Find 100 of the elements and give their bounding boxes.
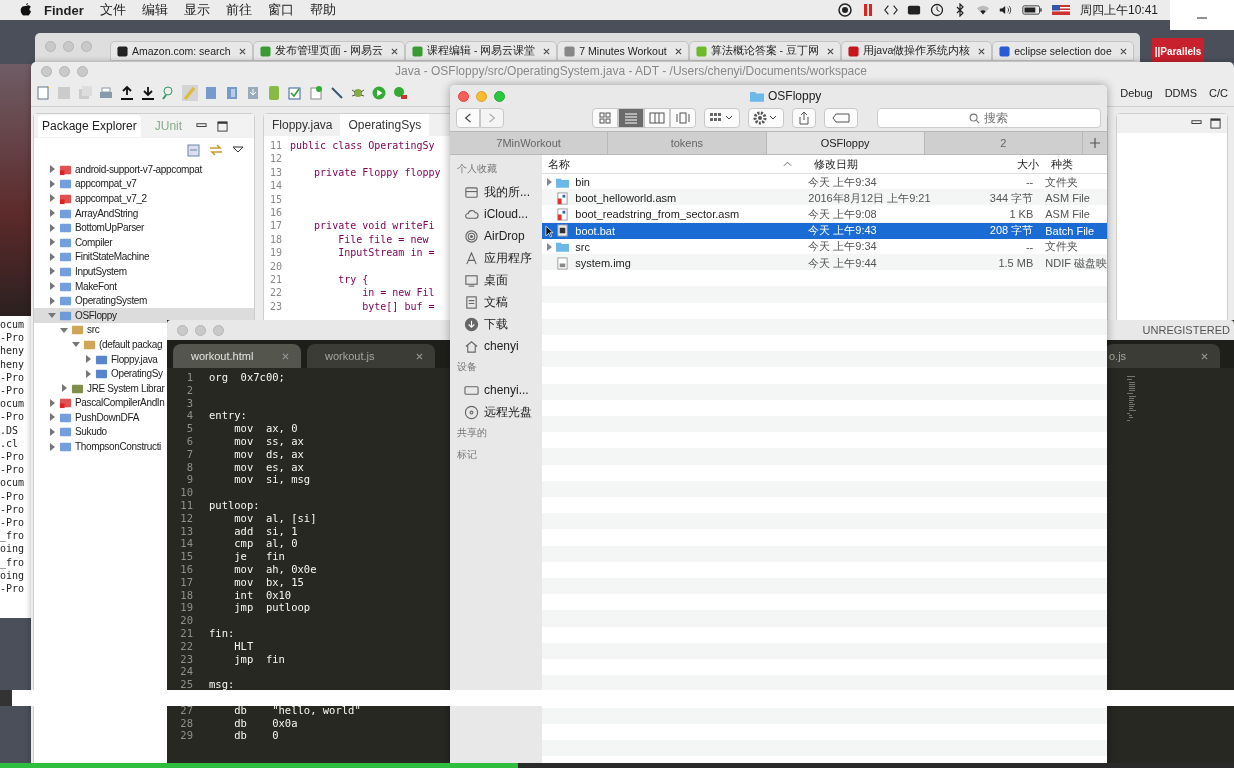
- file-row[interactable]: boot_readstring_from_sector.asm 今天 上午9:08 1 KB ASM File: [542, 206, 1107, 223]
- finder-tab[interactable]: 7MinWorkout: [450, 132, 609, 154]
- disclosure-triangle-icon[interactable]: [48, 165, 56, 174]
- finder-tab[interactable]: tokens: [608, 132, 767, 154]
- editor-tab[interactable]: Floppy.java: [264, 114, 341, 136]
- disclosure-triangle-icon[interactable]: [84, 355, 92, 363]
- tree-item[interactable]: ThompsonConstructi: [34, 439, 161, 454]
- tree-item[interactable]: PushDownDFA: [34, 410, 139, 425]
- battery-icon[interactable]: [1021, 3, 1042, 17]
- disclosure-triangle-icon[interactable]: [60, 384, 68, 393]
- tree-item[interactable]: OperatingSystem: [34, 293, 147, 308]
- column-header[interactable]: 修改日期: [808, 156, 965, 172]
- sort-caret-icon[interactable]: [783, 161, 793, 167]
- file-row[interactable]: bin 今天 上午9:34 -- 文件夹: [542, 174, 1107, 191]
- zoom-button[interactable]: [494, 90, 505, 102]
- record-icon[interactable]: [837, 3, 852, 17]
- column-header[interactable]: 种类: [1039, 156, 1107, 172]
- close-icon[interactable]: [827, 47, 834, 55]
- menu-item[interactable]: 文件: [99, 1, 126, 19]
- search-field[interactable]: 搜索: [877, 108, 1101, 128]
- code-brackets-icon[interactable]: [883, 3, 898, 17]
- sidebar-item[interactable]: iCloud...: [450, 203, 543, 225]
- run-icon[interactable]: [371, 85, 387, 101]
- sidebar-item[interactable]: 文稿: [450, 291, 543, 313]
- editor-tab[interactable]: o.js: [1105, 344, 1220, 368]
- close-icon[interactable]: [674, 47, 682, 55]
- sidebar-item[interactable]: 应用程序: [450, 247, 543, 269]
- icons-view-button[interactable]: [592, 108, 618, 128]
- sidebar-item[interactable]: chenyi: [450, 335, 543, 357]
- file-row[interactable]: src 今天 上午9:34 -- 文件夹: [542, 238, 1107, 255]
- disclosure-triangle-icon[interactable]: [48, 413, 56, 422]
- tree-item[interactable]: src: [34, 322, 100, 338]
- app-menu[interactable]: Finder: [44, 2, 84, 18]
- tree-item[interactable]: appcompat_v7: [34, 176, 137, 192]
- disclosure-triangle-icon[interactable]: [48, 442, 56, 451]
- sidebar-item[interactable]: 桌面: [450, 269, 543, 291]
- tree-item[interactable]: appcompat_v7_2: [34, 191, 147, 206]
- finder-tab[interactable]: OSFloppy: [766, 132, 925, 154]
- new-class-icon[interactable]: [308, 85, 324, 101]
- finder-tab[interactable]: 2: [924, 132, 1083, 154]
- upload-icon[interactable]: [119, 85, 135, 101]
- maximize-icon[interactable]: [217, 120, 229, 132]
- sidebar-item[interactable]: AirDrop: [450, 225, 543, 247]
- browser-tab[interactable]: Amazon.com: search: [110, 41, 253, 61]
- file-row[interactable]: boot_helloworld.asm 2016年8月12日 上午9:21 344 字节 ASM File: [542, 190, 1107, 207]
- close-icon[interactable]: [1119, 47, 1127, 55]
- disclosure-triangle-icon[interactable]: [48, 296, 56, 305]
- tree-item[interactable]: InputSystem: [34, 264, 127, 279]
- download-icon[interactable]: [140, 85, 156, 101]
- disclosure-triangle-icon[interactable]: [48, 311, 56, 320]
- tree-item[interactable]: ArrayAndString: [34, 205, 138, 221]
- close-button[interactable]: [458, 90, 469, 102]
- tree-item[interactable]: OperatingSy: [34, 366, 163, 381]
- pilcrow-icon[interactable]: [224, 85, 240, 101]
- column-header[interactable]: 名称: [542, 156, 809, 172]
- column-header[interactable]: 大小: [964, 156, 1040, 172]
- disclosure-triangle-icon[interactable]: [545, 242, 554, 251]
- tree-item[interactable]: (default packag: [34, 337, 163, 352]
- editor-tab[interactable]: workout.html: [173, 344, 301, 368]
- tree-item[interactable]: Floppy.java: [34, 351, 158, 367]
- add-tab-icon[interactable]: [1089, 137, 1101, 149]
- arrange-button[interactable]: [704, 108, 740, 128]
- perspective-button[interactable]: Debug: [1118, 86, 1155, 100]
- perspective-button[interactable]: DDMS: [1162, 86, 1200, 100]
- menu-item[interactable]: 帮助: [309, 1, 336, 19]
- close-icon[interactable]: [238, 47, 246, 55]
- menu-bar-clock[interactable]: 周四上午10:41: [1079, 1, 1158, 19]
- browser-tab[interactable]: 7 Minutes Workout: [557, 41, 689, 61]
- disclosure-triangle-icon[interactable]: [48, 267, 56, 276]
- tree-item[interactable]: OSFloppy: [34, 307, 254, 323]
- sidebar-item[interactable]: chenyi...: [450, 379, 543, 401]
- close-icon[interactable]: [978, 47, 986, 55]
- volume-icon[interactable]: [998, 3, 1013, 17]
- flag-icon[interactable]: [1050, 3, 1071, 17]
- disclosure-triangle-icon[interactable]: [48, 179, 56, 188]
- tree-item[interactable]: FinitStateMachine: [34, 249, 150, 265]
- disclosure-triangle-icon[interactable]: [48, 398, 56, 407]
- menu-item[interactable]: 显示: [183, 1, 210, 19]
- disclosure-triangle-icon[interactable]: [48, 223, 56, 232]
- link-arrows-icon[interactable]: [208, 142, 224, 158]
- disclosure-triangle-icon[interactable]: [48, 282, 56, 291]
- disclosure-triangle-icon[interactable]: [48, 252, 56, 261]
- menu-item[interactable]: 窗口: [267, 1, 294, 19]
- editor-tab[interactable]: OperatingSys: [340, 114, 430, 136]
- tree-item[interactable]: android-support-v7-appcompat: [34, 162, 202, 177]
- wifi-icon[interactable]: [975, 3, 990, 17]
- video-progress-bar[interactable]: [0, 763, 1234, 768]
- browser-tab[interactable]: 算法概论答案 - 豆丁网: [688, 41, 841, 61]
- tree-item[interactable]: JRE System Librar: [34, 380, 165, 396]
- disclosure-triangle-icon[interactable]: [72, 340, 80, 349]
- tree-item[interactable]: Compiler: [34, 234, 113, 250]
- sidebar-item[interactable]: 我的所...: [450, 181, 543, 203]
- browser-tab[interactable]: 用java做操作系统内核: [841, 41, 993, 61]
- app-logo[interactable]: ||Parallels: [1152, 38, 1204, 64]
- document-icon[interactable]: [203, 85, 219, 101]
- disclosure-triangle-icon[interactable]: [60, 325, 68, 334]
- tag-button[interactable]: [824, 108, 858, 128]
- tree-item[interactable]: MakeFont: [34, 278, 117, 294]
- columns-view-button[interactable]: [644, 108, 670, 128]
- checkbox-icon[interactable]: [287, 85, 303, 101]
